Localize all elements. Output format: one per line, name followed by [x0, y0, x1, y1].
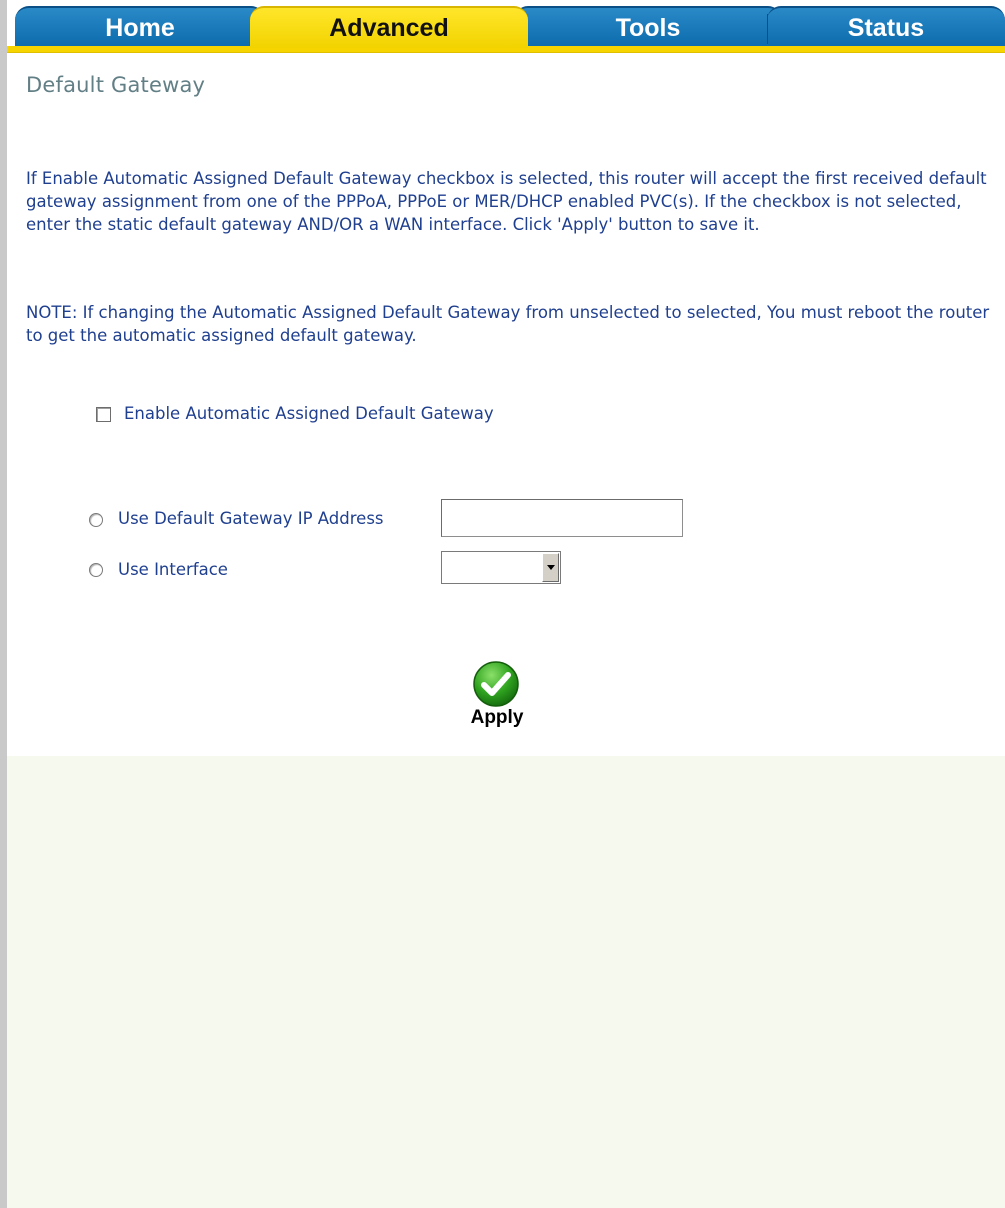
- bottom-panel: [7, 756, 1005, 1208]
- apply-button[interactable]: Apply: [462, 660, 542, 732]
- tab-bar: Home Tools Status Advanced: [7, 0, 1005, 53]
- page: Home Tools Status Advanced Default Gatew…: [7, 0, 1005, 1208]
- dropdown-arrow-icon[interactable]: [542, 553, 559, 582]
- use-interface-label: Use Interface: [118, 560, 228, 579]
- tab-advanced[interactable]: Advanced: [250, 6, 528, 48]
- tab-separator: [767, 14, 768, 44]
- auto-gateway-label: Enable Automatic Assigned Default Gatewa…: [124, 404, 494, 423]
- use-interface-radio[interactable]: [89, 563, 103, 577]
- interface-select[interactable]: [441, 551, 561, 584]
- checkmark-icon: [473, 661, 519, 707]
- page-title: Default Gateway: [26, 73, 206, 97]
- page-description: If Enable Automatic Assigned Default Gat…: [26, 169, 987, 234]
- tab-tools[interactable]: Tools: [514, 6, 782, 48]
- tab-status[interactable]: Status: [767, 6, 1005, 48]
- left-border: [0, 0, 7, 1208]
- gateway-ip-input[interactable]: [441, 499, 683, 537]
- auto-gateway-checkbox[interactable]: [96, 407, 111, 422]
- use-ip-label: Use Default Gateway IP Address: [118, 509, 384, 528]
- page-note: NOTE: If changing the Automatic Assigned…: [26, 303, 990, 345]
- tab-home[interactable]: Home: [15, 6, 265, 48]
- apply-label: Apply: [470, 707, 524, 728]
- use-ip-radio[interactable]: [89, 513, 103, 527]
